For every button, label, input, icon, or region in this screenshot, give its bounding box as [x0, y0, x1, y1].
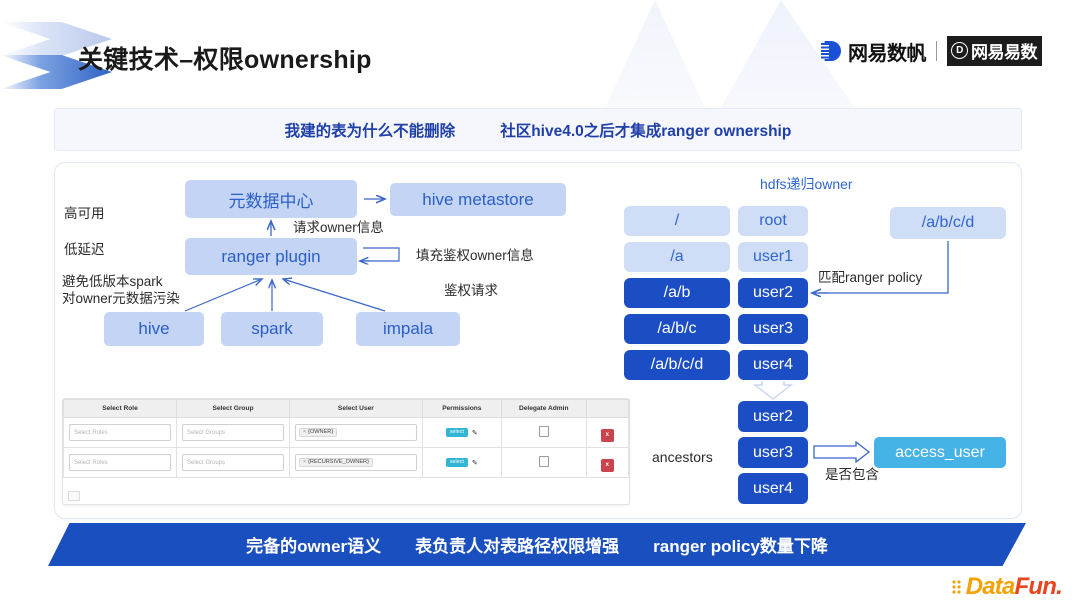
- cell-permissions[interactable]: select ✎: [421, 417, 502, 448]
- group-input[interactable]: Select Groups: [182, 424, 284, 441]
- datafun-text-b: Fun.: [1014, 573, 1063, 600]
- brand-primary-label: 网易数帆: [848, 42, 927, 65]
- netease-mark-icon: [821, 41, 841, 61]
- node-spark[interactable]: spark: [221, 312, 323, 346]
- node-access-user[interactable]: access_user: [874, 437, 1006, 468]
- column-header-select-role: Select Role: [63, 399, 177, 418]
- bottom-banner-item-0: 完备的owner语义: [246, 537, 382, 556]
- ancestor-cell-1[interactable]: user3: [738, 437, 808, 468]
- delete-row-button[interactable]: x: [600, 428, 614, 442]
- brand-secondary-mark-icon: D: [951, 42, 968, 59]
- delegate-admin-checkbox[interactable]: [538, 455, 549, 467]
- path-cell-0[interactable]: /: [624, 206, 730, 236]
- node-policy-path[interactable]: /a/b/c/d: [890, 207, 1006, 239]
- cell-select-role[interactable]: Select Roles: [63, 447, 177, 478]
- ancestor-cell-0[interactable]: user2: [738, 401, 808, 432]
- datafun-text-a: Data: [965, 573, 1016, 600]
- path-cell-1[interactable]: /a: [624, 242, 730, 272]
- tag-label: {RECURSIVE_OWNER}: [308, 458, 369, 465]
- section-title-hdfs-recursive-owner: hdfs递归owner: [760, 176, 853, 192]
- brand-secondary-label: 网易易数: [971, 43, 1038, 62]
- node-ranger-plugin[interactable]: ranger plugin: [185, 238, 357, 275]
- role-input[interactable]: Select Roles: [69, 424, 171, 441]
- user-input[interactable]: × {RECURSIVE_OWNER}: [295, 454, 417, 471]
- edge-label-fill-auth-owner-info: 填充鉴权owner信息: [416, 248, 534, 263]
- brand-divider: [936, 41, 937, 61]
- tag-remove-icon[interactable]: ×: [303, 459, 306, 465]
- brand-logos: 网易数帆 D 网易易数: [821, 36, 1042, 66]
- permission-pill[interactable]: select: [445, 457, 468, 468]
- cell-actions[interactable]: x: [585, 447, 629, 478]
- slide-canvas: 关键技术–权限ownership 网易数帆 D 网易易数 我建的表为什么不能删除…: [0, 0, 1080, 609]
- cell-delegate-admin[interactable]: [500, 417, 587, 448]
- owner-cell-4[interactable]: user4: [738, 350, 808, 380]
- ancestors-label: ancestors: [652, 449, 713, 465]
- edge-label-match-ranger-policy: 匹配ranger policy: [818, 270, 923, 285]
- top-banner-item-0: 我建的表为什么不能删除: [284, 122, 456, 140]
- pencil-icon[interactable]: ✎: [472, 459, 478, 467]
- note-line-1: 避免低版本spark: [62, 274, 163, 289]
- table-footer-button[interactable]: [68, 491, 80, 501]
- role-input[interactable]: Select Roles: [69, 454, 171, 471]
- owner-cell-2[interactable]: user2: [738, 278, 808, 308]
- cell-select-group[interactable]: Select Groups: [176, 417, 290, 448]
- node-hive-metastore[interactable]: hive metastore: [390, 183, 566, 216]
- node-metadata-center[interactable]: 元数据中心: [185, 180, 357, 218]
- edge-label-contains: 是否包含: [825, 467, 879, 482]
- path-cell-3[interactable]: /a/b/c: [624, 314, 730, 344]
- ancestor-cell-2[interactable]: user4: [738, 473, 808, 504]
- quality-label-latency: 低延迟: [64, 242, 105, 257]
- quality-label-ha: 高可用: [64, 206, 105, 221]
- column-header-delegate-admin: Delegate Admin: [500, 399, 587, 418]
- tag-label: {OWNER}: [308, 428, 334, 435]
- datafun-dots-icon: [951, 579, 964, 595]
- column-header-select-user: Select User: [289, 399, 423, 418]
- datafun-watermark: DataFun.: [951, 573, 1063, 601]
- permissions-table: Select Role Select Group Select User Per…: [63, 399, 629, 478]
- edge-label-request-owner-info: 请求owner信息: [293, 220, 384, 235]
- table-row[interactable]: Select Roles Select Groups × {OWNER} sel…: [63, 417, 629, 448]
- user-input[interactable]: × {OWNER}: [295, 424, 417, 441]
- user-tag[interactable]: × {OWNER}: [299, 427, 338, 438]
- column-header-select-group: Select Group: [176, 399, 290, 418]
- owner-cell-3[interactable]: user3: [738, 314, 808, 344]
- cell-select-user[interactable]: × {OWNER}: [289, 417, 423, 448]
- note-line-2: 对owner元数据污染: [62, 291, 180, 306]
- bottom-banner-item-1: 表负责人对表路径权限增强: [415, 537, 620, 556]
- bottom-conclusion-banner: 完备的owner语义 表负责人对表路径权限增强 ranger policy数量下…: [48, 523, 1026, 566]
- permission-pill[interactable]: select: [445, 427, 468, 438]
- delete-row-button[interactable]: x: [600, 458, 614, 472]
- page-title: 关键技术–权限ownership: [78, 46, 372, 74]
- column-header-permissions: Permissions: [421, 399, 502, 418]
- table-header-row: Select Role Select Group Select User Per…: [63, 399, 629, 418]
- cell-actions[interactable]: x: [585, 417, 629, 448]
- owner-cell-0[interactable]: root: [738, 206, 808, 236]
- tag-remove-icon[interactable]: ×: [303, 429, 306, 435]
- table-row[interactable]: Select Roles Select Groups × {RECURSIVE_…: [63, 447, 629, 478]
- node-hive[interactable]: hive: [104, 312, 204, 346]
- owner-cell-1[interactable]: user1: [738, 242, 808, 272]
- cell-select-user[interactable]: × {RECURSIVE_OWNER}: [289, 447, 423, 478]
- brand-secondary-badge: D 网易易数: [947, 36, 1042, 66]
- path-cell-2[interactable]: /a/b: [624, 278, 730, 308]
- top-question-banner: 我建的表为什么不能删除 社区hive4.0之后才集成ranger ownersh…: [54, 108, 1022, 151]
- cell-delegate-admin[interactable]: [500, 447, 587, 478]
- cell-select-group[interactable]: Select Groups: [176, 447, 290, 478]
- ranger-permission-table[interactable]: Select Role Select Group Select User Per…: [62, 398, 630, 505]
- delegate-admin-checkbox[interactable]: [538, 425, 549, 437]
- node-impala[interactable]: impala: [356, 312, 460, 346]
- edge-label-auth-request: 鉴权请求: [444, 283, 498, 298]
- pencil-icon[interactable]: ✎: [472, 429, 478, 437]
- cell-select-role[interactable]: Select Roles: [63, 417, 177, 448]
- path-cell-4[interactable]: /a/b/c/d: [624, 350, 730, 380]
- top-banner-item-1: 社区hive4.0之后才集成ranger ownership: [500, 122, 792, 140]
- cell-permissions[interactable]: select ✎: [421, 447, 502, 478]
- bottom-banner-item-2: ranger policy数量下降: [653, 537, 828, 556]
- column-header-actions: [585, 399, 629, 418]
- user-tag[interactable]: × {RECURSIVE_OWNER}: [299, 457, 373, 468]
- group-input[interactable]: Select Groups: [182, 454, 284, 471]
